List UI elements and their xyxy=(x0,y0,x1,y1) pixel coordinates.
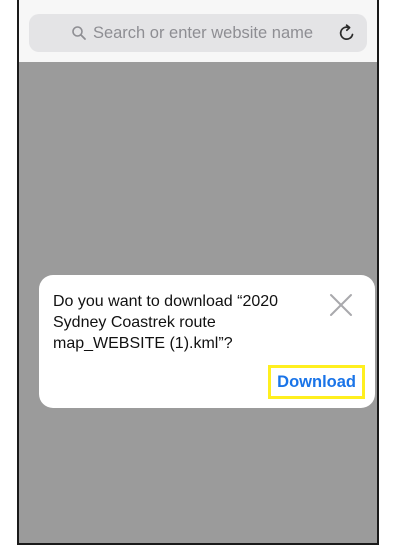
phone-screen: Search or enter website name Do you want… xyxy=(17,0,379,545)
browser-top-bar: Search or enter website name xyxy=(19,0,377,62)
address-placeholder: Search or enter website name xyxy=(92,23,314,42)
download-button[interactable]: Download xyxy=(268,365,365,399)
close-icon[interactable] xyxy=(327,291,355,319)
download-dialog: Do you want to download “2020 Sydney Coa… xyxy=(39,275,375,408)
search-icon xyxy=(71,25,87,41)
reload-icon[interactable] xyxy=(337,23,357,43)
search-group: Search or enter website name xyxy=(71,24,313,43)
download-message: Do you want to download “2020 Sydney Coa… xyxy=(53,293,279,352)
address-bar[interactable]: Search or enter website name xyxy=(29,14,367,52)
